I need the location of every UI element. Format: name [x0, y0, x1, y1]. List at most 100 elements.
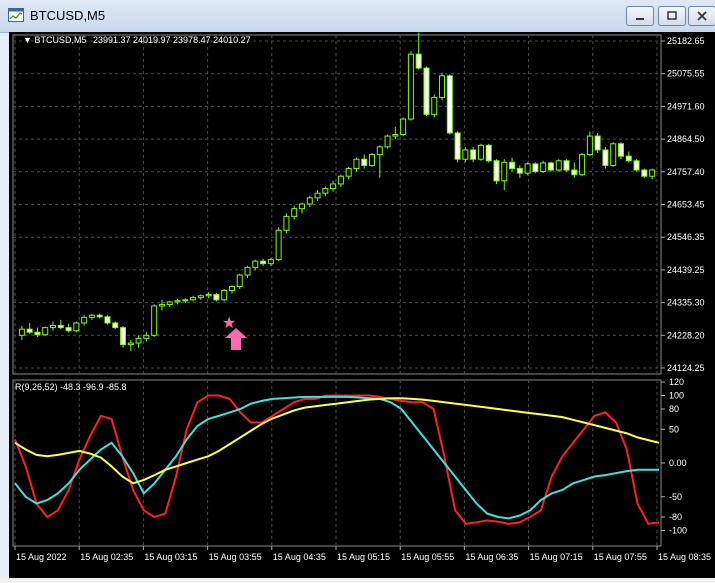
- time-label: 15 Aug 03:15: [144, 552, 197, 562]
- candle-body: [423, 67, 430, 115]
- chart-area[interactable]: 25182.65 25075.55 24971.60 24864.50 24757.40…: [9, 32, 715, 578]
- price-label: 24335.30: [667, 298, 705, 308]
- candle-body: [96, 314, 103, 318]
- title-bar[interactable]: BTCUSD,M5: [0, 0, 715, 33]
- candle-body: [462, 149, 469, 160]
- candle-body: [65, 327, 72, 332]
- candle-body: [392, 134, 399, 137]
- time-label: 15 Aug 03:55: [209, 552, 262, 562]
- collapse-arrow-icon[interactable]: ▼: [23, 35, 32, 45]
- candle-body: [50, 324, 57, 329]
- candle-body: [306, 197, 313, 205]
- candle-body: [291, 208, 298, 217]
- candle-body: [213, 294, 220, 301]
- star-icon: ★: [222, 315, 236, 332]
- price-label: 24971.60: [667, 101, 705, 111]
- candle-body: [190, 297, 197, 301]
- candle-body: [135, 337, 142, 344]
- candle-body: [361, 158, 368, 166]
- candle-body: [73, 322, 80, 332]
- indicator-axis-label: 100: [669, 391, 684, 401]
- candle-body: [625, 155, 632, 162]
- candle-body: [267, 259, 274, 265]
- candle-body: [166, 301, 173, 305]
- price-label: 24228.20: [667, 330, 705, 340]
- candle-body: [477, 144, 484, 160]
- minimize-icon: [636, 18, 644, 20]
- time-label: 15 Aug 04:35: [273, 552, 326, 562]
- time-label: 15 Aug 07:15: [530, 552, 583, 562]
- time-label: 15 Aug 06:35: [465, 552, 518, 562]
- price-label: 24546.35: [667, 232, 705, 242]
- candle-body: [415, 53, 422, 69]
- candle-body: [563, 160, 570, 171]
- indicator-axis-label: 50: [669, 424, 679, 434]
- candle-body: [174, 300, 181, 303]
- candle-body: [586, 135, 593, 156]
- candle-body: [26, 328, 33, 333]
- axis-labels: 25182.65 25075.55 24971.60 24864.50 24757.40…: [16, 36, 711, 562]
- candle-body: [439, 75, 446, 98]
- candle-body: [353, 158, 360, 169]
- candle-body: [120, 327, 127, 346]
- price-label: 24124.25: [667, 363, 705, 373]
- close-button[interactable]: [688, 6, 715, 26]
- candle-body: [275, 229, 282, 261]
- candle-body: [501, 161, 508, 182]
- candle-body: [127, 342, 134, 346]
- candle-body: [540, 162, 547, 173]
- indicator-label: R(9,26,52) -48.3 -96.9 -85.8: [15, 382, 127, 392]
- price-chart[interactable]: 25182.65 25075.55 24971.60 24864.50 24757.40…: [9, 32, 715, 578]
- candle-body: [649, 169, 656, 177]
- indicator-lines: [14, 394, 660, 525]
- candle-body: [571, 169, 578, 176]
- candle-body: [330, 183, 337, 190]
- candle-body: [236, 274, 243, 288]
- price-label: 25075.55: [667, 69, 705, 79]
- candle-body: [602, 149, 609, 166]
- candle-body: [182, 299, 189, 302]
- price-label: 25182.65: [667, 36, 705, 46]
- candle-body: [18, 328, 25, 336]
- restore-button[interactable]: [658, 6, 686, 26]
- candle-body: [337, 175, 344, 185]
- candle-body: [516, 167, 523, 174]
- candle-body: [384, 135, 391, 148]
- candle-body: [197, 295, 204, 299]
- candle-body: [454, 132, 461, 160]
- candle-body: [431, 96, 438, 115]
- candle-body: [244, 266, 251, 276]
- restore-icon: [667, 11, 677, 20]
- info-symbol: BTCUSD,M5: [34, 35, 86, 45]
- candle-body: [493, 160, 500, 182]
- indicator-line-slow: [14, 397, 660, 485]
- info-line: ▼ BTCUSD,M5 23991.37 24019.97 23978.47 2…: [23, 35, 251, 45]
- candle-body: [143, 334, 150, 339]
- candle-body: [610, 143, 617, 166]
- chart-window-icon: [8, 8, 24, 22]
- candle-body: [34, 331, 41, 336]
- candle-body: [57, 324, 64, 329]
- candle-body: [151, 305, 158, 336]
- candle-body: [112, 322, 119, 329]
- candle-body: [252, 260, 259, 268]
- time-label: 15 Aug 02:35: [80, 552, 133, 562]
- indicator-axis-label: -80: [669, 512, 682, 522]
- time-label: 15 Aug 05:15: [337, 552, 390, 562]
- time-label: 15 Aug 08:35: [658, 552, 711, 562]
- candle-body: [81, 316, 88, 324]
- candle-body: [524, 163, 531, 174]
- candle-body: [594, 135, 601, 151]
- candle-body: [641, 169, 648, 177]
- window-title: BTCUSD,M5: [30, 8, 106, 23]
- candle-body: [158, 303, 165, 307]
- candle-body: [555, 160, 562, 171]
- candle-body: [283, 215, 290, 231]
- price-label: 24439.25: [667, 265, 705, 275]
- indicator-axis-label: 0.00: [669, 458, 687, 468]
- terminal-chart-window: BTCUSD,M5 25182.65 25075.55 24971.60 24864.…: [0, 0, 715, 578]
- minimize-button[interactable]: [626, 6, 654, 26]
- price-label: 24757.40: [667, 167, 705, 177]
- price-label: 24864.50: [667, 134, 705, 144]
- indicator-axis-label: 120: [669, 377, 684, 387]
